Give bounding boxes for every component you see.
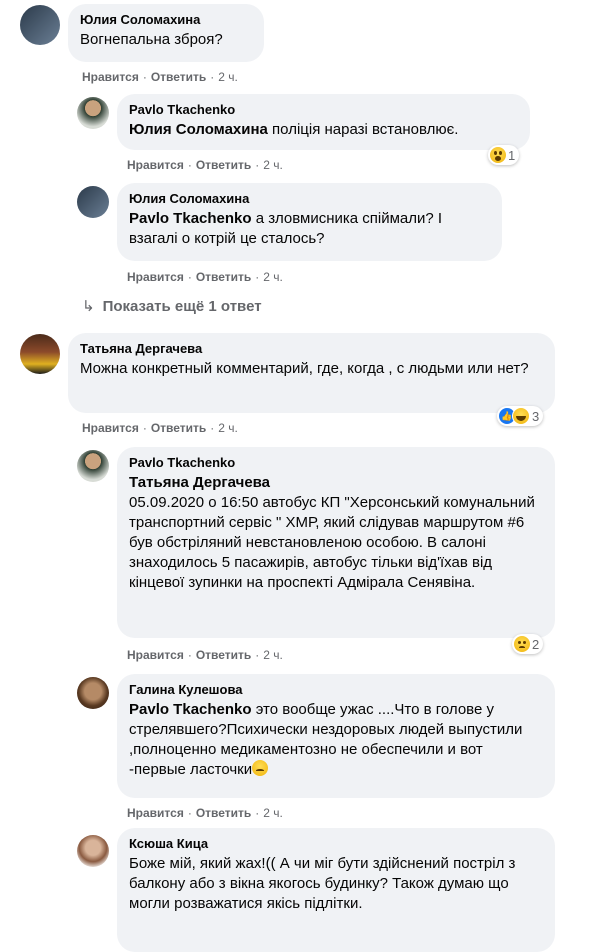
- comment-bubble: Татьяна Дергачева Можна конкретный комме…: [68, 333, 555, 413]
- comment-bubble: Pavlo Tkachenko Юлия Соломахина поліція …: [117, 94, 530, 150]
- like-button[interactable]: Нравится: [82, 421, 139, 435]
- avatar[interactable]: [77, 186, 109, 218]
- like-button[interactable]: Нравится: [127, 158, 184, 172]
- timestamp[interactable]: 2 ч.: [218, 421, 238, 435]
- comment-text: Можна конкретный комментарий, где, когда…: [80, 360, 529, 377]
- comment-author[interactable]: Галина Кулешова: [129, 682, 543, 698]
- comment-author[interactable]: Татьяна Дергачева: [80, 341, 543, 357]
- comment-actions: Нравится · Ответить · 2 ч.: [82, 420, 238, 436]
- reaction-badge[interactable]: 👍 3: [497, 406, 544, 426]
- separator: ·: [255, 270, 260, 284]
- sad-emoji-icon: [252, 760, 269, 776]
- comment-text: Pavlo Tkachenko а зловмисника спіймали? …: [129, 209, 490, 249]
- mention-link[interactable]: Pavlo Tkachenko: [129, 210, 252, 227]
- avatar[interactable]: [20, 334, 60, 374]
- timestamp[interactable]: 2 ч.: [263, 806, 283, 820]
- avatar[interactable]: [77, 677, 109, 709]
- like-button[interactable]: Нравится: [127, 270, 184, 284]
- separator: ·: [255, 158, 260, 172]
- comment-actions: Нравится · Ответить · 2 ч.: [127, 157, 283, 173]
- comment-actions: Нравится · Ответить · 2 ч.: [127, 269, 283, 285]
- comment-body: 05.09.2020 о 16:50 автобус КП "Херсонськ…: [129, 494, 535, 591]
- separator: ·: [187, 648, 192, 662]
- comment-bubble: Юлия Соломахина Вогнепальна зброя?: [68, 4, 264, 62]
- separator: ·: [142, 70, 147, 84]
- comment-actions: Нравится · Ответить · 2 ч.: [127, 805, 283, 821]
- avatar[interactable]: [20, 5, 60, 45]
- separator: ·: [210, 70, 215, 84]
- comment-author[interactable]: Юлия Соломахина: [129, 191, 490, 207]
- reply-button[interactable]: Ответить: [151, 70, 206, 84]
- comment-text: Pavlo Tkachenko это вообще ужас ....Что …: [129, 700, 543, 780]
- reaction-count: 1: [508, 147, 516, 163]
- wow-reaction-icon: [490, 147, 506, 163]
- separator: ·: [255, 806, 260, 820]
- separator: ·: [187, 806, 192, 820]
- reply-button[interactable]: Ответить: [196, 806, 251, 820]
- reaction-badge[interactable]: 1: [488, 145, 520, 165]
- comment-bubble: Юлия Соломахина Pavlo Tkachenko а зловми…: [117, 183, 502, 261]
- timestamp[interactable]: 2 ч.: [263, 158, 283, 172]
- comment-actions: Нравится · Ответить · 2 ч.: [127, 647, 283, 663]
- comment-text: Юлия Соломахина поліція наразі встановлю…: [129, 120, 518, 140]
- avatar[interactable]: [77, 450, 109, 482]
- comment-text: Татьяна Дергачева 05.09.2020 о 16:50 авт…: [129, 473, 543, 593]
- mention-link[interactable]: Татьяна Дергачева: [129, 473, 543, 493]
- show-more-replies-label: Показать ещё 1 ответ: [102, 298, 262, 315]
- show-more-replies-link[interactable]: ↳ Показать ещё 1 ответ: [82, 297, 262, 317]
- like-button[interactable]: Нравится: [127, 648, 184, 662]
- like-button[interactable]: Нравится: [82, 70, 139, 84]
- comment-bubble: Галина Кулешова Pavlo Tkachenko это вооб…: [117, 674, 555, 798]
- comment-author[interactable]: Юлия Соломахина: [80, 12, 252, 28]
- reply-arrow-icon: ↳: [82, 298, 95, 315]
- reply-button[interactable]: Ответить: [196, 270, 251, 284]
- reaction-badge[interactable]: 2: [512, 634, 544, 654]
- separator: ·: [187, 270, 192, 284]
- comment-text: Боже мій, який жах!(( А чи міг бути здій…: [129, 855, 516, 912]
- timestamp[interactable]: 2 ч.: [263, 270, 283, 284]
- comment-bubble: Pavlo Tkachenko Татьяна Дергачева 05.09.…: [117, 447, 555, 638]
- reply-button[interactable]: Ответить: [196, 158, 251, 172]
- mention-link[interactable]: Юлия Соломахина: [129, 121, 268, 138]
- timestamp[interactable]: 2 ч.: [263, 648, 283, 662]
- comment-body: поліція наразі встановлює.: [267, 121, 459, 138]
- comment-author[interactable]: Pavlo Tkachenko: [129, 102, 518, 118]
- mention-link[interactable]: Pavlo Tkachenko: [129, 701, 252, 718]
- separator: ·: [210, 421, 215, 435]
- avatar[interactable]: [77, 97, 109, 129]
- haha-reaction-icon: [512, 407, 530, 425]
- comment-actions: Нравится · Ответить · 2 ч.: [82, 69, 238, 85]
- reaction-count: 2: [532, 636, 540, 652]
- like-button[interactable]: Нравится: [127, 806, 184, 820]
- comment-text: Вогнепальна зброя?: [80, 31, 223, 48]
- comment-bubble: Ксюша Кица Боже мій, який жах!(( А чи мі…: [117, 828, 555, 952]
- separator: ·: [187, 158, 192, 172]
- reply-button[interactable]: Ответить: [151, 421, 206, 435]
- reply-button[interactable]: Ответить: [196, 648, 251, 662]
- comment-author[interactable]: Pavlo Tkachenko: [129, 455, 543, 471]
- reaction-count: 3: [532, 408, 540, 424]
- separator: ·: [255, 648, 260, 662]
- timestamp[interactable]: 2 ч.: [218, 70, 238, 84]
- sad-reaction-icon: [514, 636, 530, 652]
- comment-author[interactable]: Ксюша Кица: [129, 836, 543, 852]
- separator: ·: [142, 421, 147, 435]
- avatar[interactable]: [77, 835, 109, 867]
